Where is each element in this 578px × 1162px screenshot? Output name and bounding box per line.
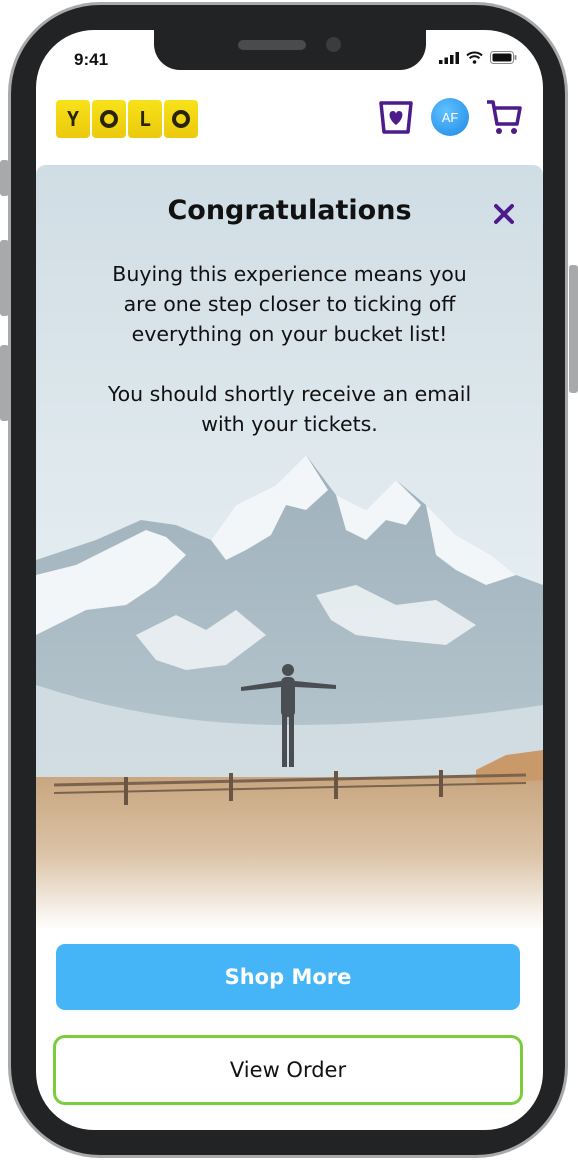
phone-power-button bbox=[569, 265, 578, 393]
logo-tile-l: L bbox=[128, 100, 162, 138]
cart-icon[interactable] bbox=[485, 98, 523, 136]
front-camera bbox=[326, 37, 341, 52]
status-icons bbox=[439, 51, 517, 64]
status-time: 9:41 bbox=[74, 50, 109, 69]
header-actions: AF bbox=[377, 98, 523, 136]
wishlist-heart-icon[interactable] bbox=[377, 98, 415, 136]
modal-message-line-2: are one step closer to ticking off bbox=[123, 292, 456, 316]
phone-volume-down bbox=[0, 345, 9, 421]
battery-icon bbox=[490, 51, 517, 64]
modal-message-line-4: You should shortly receive an email bbox=[107, 382, 472, 406]
app-screen: 9:41 Y L AF Congratulations Buying this … bbox=[36, 30, 543, 1130]
close-icon[interactable] bbox=[489, 199, 519, 229]
logo-tile-o bbox=[92, 100, 126, 138]
shop-more-button[interactable]: Shop More bbox=[56, 944, 520, 1010]
wifi-icon bbox=[466, 51, 483, 64]
speaker-grille bbox=[238, 40, 306, 50]
logo-tile-o-end bbox=[164, 100, 198, 138]
modal-title: Congratulations bbox=[167, 195, 412, 226]
yolo-logo[interactable]: Y L bbox=[56, 100, 198, 138]
phone-notch bbox=[154, 30, 426, 70]
modal-message-line-1: Buying this experience means you bbox=[112, 262, 467, 286]
avatar[interactable]: AF bbox=[431, 98, 469, 136]
modal-message-line-3: everything on your bucket list! bbox=[131, 322, 448, 346]
modal-message-line-5: with your tickets. bbox=[201, 412, 378, 436]
view-order-button[interactable]: View Order bbox=[53, 1035, 523, 1105]
signal-icon bbox=[439, 52, 459, 64]
logo-tile-y: Y bbox=[56, 100, 90, 138]
phone-silent-switch bbox=[0, 160, 9, 196]
phone-volume-up bbox=[0, 240, 9, 316]
congratulations-modal: Congratulations Buying this experience m… bbox=[36, 165, 543, 930]
